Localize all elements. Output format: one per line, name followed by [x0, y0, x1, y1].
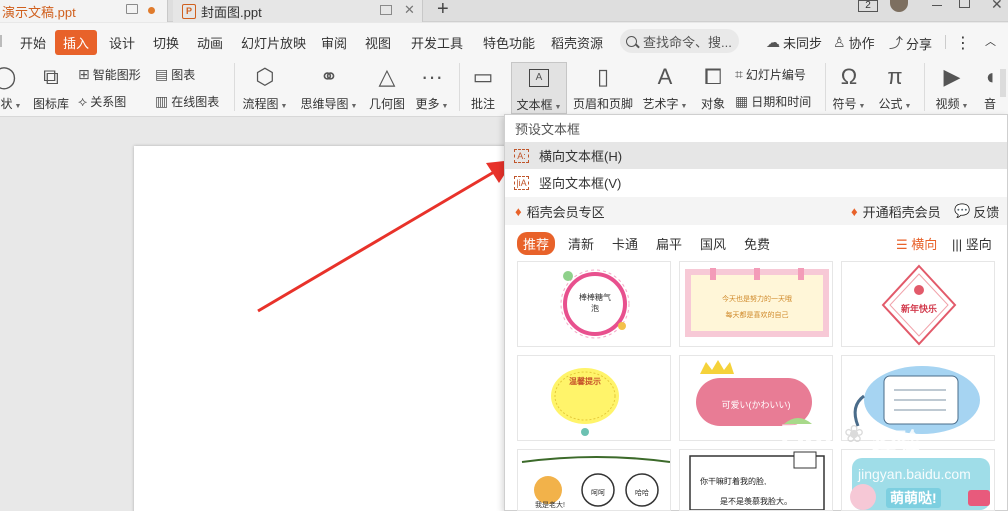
feedback-button[interactable]: 💬 反馈: [954, 202, 999, 221]
preset-title: 预设文本框: [515, 121, 581, 137]
feedback-icon: 💬: [954, 203, 971, 218]
horizontal-textbox-label: 横向文本框(H): [539, 149, 623, 164]
feedback-label: 反馈: [973, 204, 1000, 220]
filter-cartoon[interactable]: 卡通: [612, 234, 638, 253]
filter-recommended[interactable]: 推荐: [517, 232, 556, 255]
yellow-cloud-icon: [551, 368, 619, 436]
flame-icon: ♦: [851, 203, 858, 219]
template-card[interactable]: 棒棒糖气泡: [517, 261, 671, 347]
filter-flat[interactable]: 扁平: [656, 234, 682, 253]
template-card[interactable]: [841, 449, 995, 511]
card-text: 每天都是喜欢的自己: [725, 312, 789, 319]
orient-v-label: 竖向: [965, 237, 992, 252]
card-text: 温馨提示: [569, 377, 601, 386]
vip-zone-bar: ♦ 稻壳会员专区 ♦ 开通稻壳会员 💬 反馈: [505, 197, 1007, 225]
orient-v-icon: |||: [952, 237, 966, 252]
vip-zone-label: 稻壳会员专区: [526, 204, 605, 220]
card-text: 棒棒糖气泡: [579, 293, 611, 313]
vertical-textbox-label: 竖向文本框(V): [539, 176, 622, 191]
template-card[interactable]: 你干嘛盯着我的脸, 是不是羡慕我脸大。: [679, 449, 833, 511]
card-text: 是不是羡慕我脸大。: [720, 497, 792, 506]
card-text: 呵呵: [591, 490, 605, 497]
style-filters: 推荐 清新 卡通 扁平 国风 免费 ☰ 横向 ||| 竖向: [505, 229, 1007, 257]
template-grid: 棒棒糖气泡 今天也是努力的一天哦 每天都是喜欢的自己 新年快乐 温馨提示 可爱い…: [517, 261, 1007, 511]
horizontal-textbox-option[interactable]: A: 横向文本框(H): [505, 142, 1007, 169]
template-card[interactable]: 今天也是努力的一天哦 每天都是喜欢的自己: [679, 261, 833, 347]
filter-free[interactable]: 免费: [744, 234, 770, 253]
template-card[interactable]: 新年快乐: [841, 261, 995, 347]
open-vip-label: 开通稻壳会员: [862, 204, 941, 220]
card-text: 新年快乐: [900, 304, 937, 314]
filter-chinese[interactable]: 国风: [700, 234, 726, 253]
card-text: 哈哈: [635, 490, 649, 497]
horizontal-textbox-icon: A:: [514, 148, 529, 163]
vertical-textbox-icon: |iA: [514, 175, 529, 190]
orient-vertical[interactable]: ||| 竖向: [952, 234, 992, 253]
sticker-icon: [852, 458, 990, 510]
open-vip-button[interactable]: ♦ 开通稻壳会员: [851, 202, 941, 221]
template-card[interactable]: [841, 355, 995, 441]
orient-h-icon: ☰: [896, 237, 912, 252]
card-text: 可爱い(かわいい): [721, 400, 791, 410]
orient-h-label: 横向: [911, 237, 938, 252]
orient-horizontal[interactable]: ☰ 横向: [896, 234, 937, 253]
textbox-dropdown: 预设文本框 A: 横向文本框(H) |iA 竖向文本框(V) ♦ 稻壳会员专区 …: [504, 114, 1008, 511]
template-card[interactable]: 温馨提示: [517, 355, 671, 441]
flame-icon: ♦: [515, 203, 522, 219]
filter-fresh[interactable]: 清新: [568, 234, 594, 253]
elephant-board-icon: [853, 366, 980, 434]
card-text: 今天也是努力的一天哦: [722, 296, 792, 303]
vertical-textbox-option[interactable]: |iA 竖向文本框(V): [505, 169, 1007, 196]
card-text: 我是老大!: [535, 502, 565, 509]
template-card[interactable]: 可爱い(かわいい): [679, 355, 833, 441]
template-card[interactable]: 我是老大! 呵呵 哈哈: [517, 449, 671, 511]
paper-note-icon: [685, 268, 829, 337]
card-text: 你干嘛盯着我的脸,: [700, 477, 767, 486]
